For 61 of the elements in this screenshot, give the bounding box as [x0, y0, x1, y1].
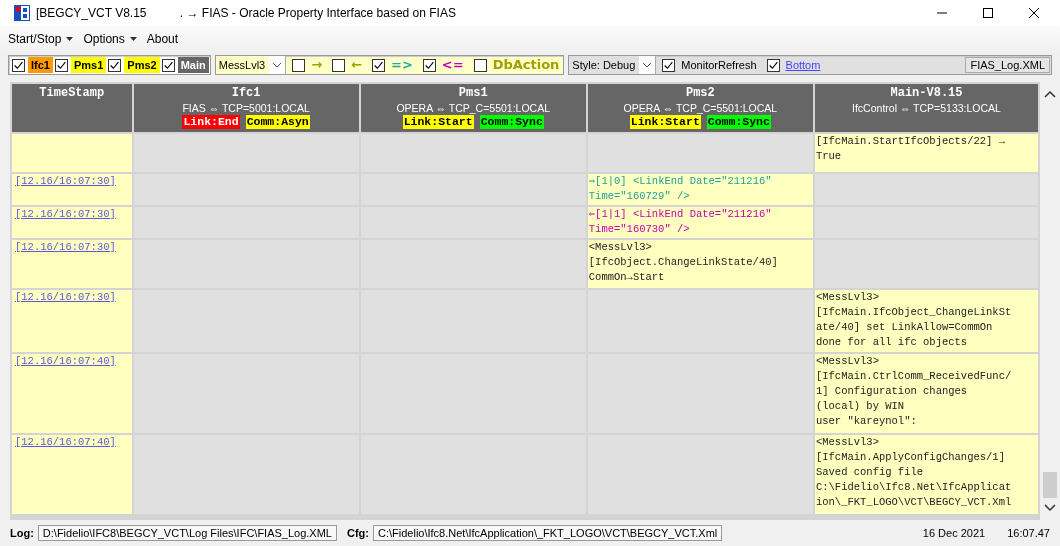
checkbox-label: MonitorRefresh: [680, 59, 758, 71]
checkbox[interactable]: [54, 58, 68, 72]
column-header: Ifc1 FIAS ⇔ TCP=5001:LOCAL Link:End Comm:Asyn: [133, 84, 359, 132]
bottom-link[interactable]: Bottom: [781, 59, 825, 71]
filter-label: =>: [390, 58, 414, 72]
menu-item[interactable]: Start/Stop: [8, 32, 62, 46]
status-date: 16 Dec 2021: [922, 527, 986, 539]
log-message-cell: [IfcMain.StartIfcObjects/22] → True: [814, 134, 1039, 172]
checkbox[interactable]: [292, 58, 306, 72]
scroll-up-icon[interactable]: [1044, 90, 1057, 98]
checkbox[interactable]: [161, 58, 175, 72]
log-message-cell: <MessLvl3> [IfcMain.ApplyConfigChanges/1] Saved config file C:\Fidelio\Ifc8.Net\IfcApplicat ion\_FKT_LOGO\VCT\BEGCY_VCT.Xml: [814, 435, 1039, 514]
filter-label: ←: [350, 58, 364, 72]
channel-label: Main: [177, 57, 209, 73]
chevron-down-icon[interactable]: [639, 56, 656, 74]
log-message-cell: <MessLvl3> [IfcMain.IfcObject_ChangeLinkSt ate/40] set LinkAllow=CommOn done for all ifc objects: [814, 290, 1039, 352]
filter-label: DbAction: [491, 58, 561, 72]
channel-label: Pms2: [124, 57, 160, 73]
log-message-cell: <MessLvl3> [IfcMain.CtrlComm_ReceivedFunc/ 1] Configuration changes (local) by WIN user "kareynol":: [814, 354, 1039, 433]
checkbox[interactable]: [473, 58, 487, 72]
config-label: Cfg:: [347, 527, 369, 539]
caret-icon[interactable]: [129, 37, 137, 41]
maximize-icon[interactable]: [982, 7, 994, 19]
checkbox[interactable]: [372, 58, 386, 72]
timestamp-link[interactable]: [12.16/16:07:40]: [13, 435, 118, 450]
log-message-cell: ⇒[1|0] <LinkEnd Date="211216" Time="160729" />: [587, 174, 813, 205]
column-header: Pms1 OPERA ⇔ TCP_C=5501:LOCAL Link:Start Comm:Sync: [360, 84, 586, 132]
column-header: TimeStamp: [12, 84, 132, 132]
menu-item[interactable]: Options: [83, 32, 125, 46]
log-path-field: D:\Fidelio\IFC8\BEGCY_VCT\Log Files\IFC\FIAS_Log.XML: [37, 525, 337, 541]
scroll-down-icon[interactable]: [1044, 504, 1057, 512]
checkbox[interactable]: [108, 58, 122, 72]
checkbox[interactable]: [662, 58, 676, 72]
timestamp-link[interactable]: [12.16/16:07:30]: [13, 240, 118, 255]
channel-label: Ifc1: [28, 57, 53, 73]
timestamp-link[interactable]: [12.16/16:07:30]: [13, 207, 118, 222]
timestamp-link[interactable]: [12.16/16:07:30]: [13, 290, 118, 305]
status-time: 16:07.47: [1007, 527, 1050, 539]
scrollbar-thumb[interactable]: [1043, 472, 1058, 498]
filter-label: →: [310, 58, 324, 72]
column-header: Pms2 OPERA ⇔ TCP_C=5501:LOCAL Link:Start Comm:Sync: [587, 84, 813, 132]
checkbox[interactable]: [766, 58, 780, 72]
column-header: Main-V8.15 IfcControl ⇔ TCP=5133:LOCAL: [814, 84, 1039, 132]
app-logo-icon: [14, 5, 30, 21]
log-message-cell: <MessLvl3> [IfcObject.ChangeLinkState/40] CommOn→Start: [587, 240, 813, 288]
log-message-cell: ⇐[1|1] <LinkEnd Date="211216" Time="160730" />: [587, 207, 813, 238]
channel-label: Pms1: [70, 57, 107, 73]
timestamp-link[interactable]: [12.16/16:07:40]: [13, 354, 118, 369]
chevron-down-icon[interactable]: [269, 56, 286, 74]
close-icon[interactable]: [1028, 7, 1040, 19]
config-path-field: C:\Fidelio\Ifc8.Net\IfcApplication\_FKT_LOGO\VCT\BEGCY_VCT.Xml: [373, 525, 723, 541]
caret-icon[interactable]: [66, 37, 74, 41]
log-label: Log:: [10, 527, 34, 539]
timestamp-link[interactable]: [12.16/16:07:30]: [13, 174, 118, 189]
log-file-button[interactable]: FIAS_Log.XML: [965, 57, 1050, 73]
checkbox[interactable]: [12, 58, 25, 72]
checkbox[interactable]: [332, 58, 346, 72]
window-title: [BEGCY_VCT V8.15 . → FIAS - Oracle Property Interface based on FIAS: [36, 6, 456, 20]
checkbox[interactable]: [422, 58, 436, 72]
menu-item[interactable]: About: [146, 32, 179, 46]
filter-label: <=: [440, 58, 465, 72]
